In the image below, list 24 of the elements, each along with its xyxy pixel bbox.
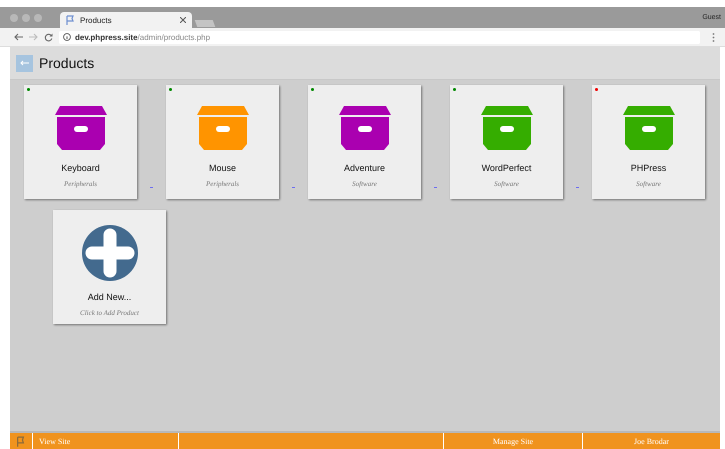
link-underline [434,187,437,188]
plus-icon [82,225,138,281]
back-button[interactable] [16,54,33,72]
card-title: Add New... [88,292,132,302]
card-title: Adventure [344,163,386,173]
card-title: WordPerfect [482,163,532,173]
card-title: PHPress [630,163,666,173]
page-title: Products [39,55,94,71]
back-arrow-icon[interactable] [14,33,23,41]
back-arrow-icon [20,60,29,66]
card-title: Mouse [208,163,236,173]
menu-icon[interactable] [712,32,715,42]
reload-icon[interactable] [44,32,53,42]
card-title: Keyboard [61,163,100,173]
link-underline [150,187,153,188]
forward-arrow-icon[interactable] [29,33,38,41]
browser-tab[interactable]: Products [60,12,192,28]
flag-icon [66,14,75,26]
new-tab-button[interactable] [194,20,216,27]
close-icon[interactable] [180,17,186,23]
link-underline [292,187,295,188]
address-field[interactable]: dev.phpress.site/admin/products.php [59,30,700,44]
link-underline [576,187,579,188]
info-icon [63,33,71,41]
